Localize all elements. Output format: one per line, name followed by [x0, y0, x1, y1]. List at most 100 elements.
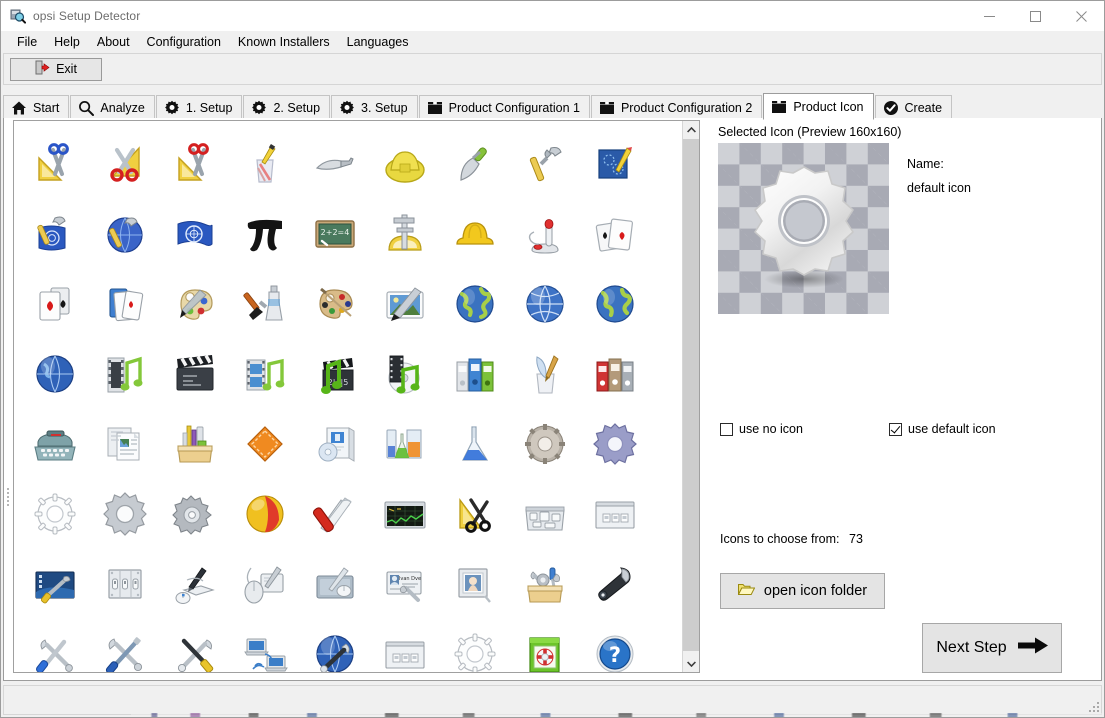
open-icon-folder-button[interactable]: open icon folder — [720, 573, 885, 609]
icon-cell[interactable] — [300, 619, 370, 672]
icon-cell[interactable] — [300, 479, 370, 549]
icon-cell[interactable] — [300, 549, 370, 619]
icon-cell[interactable]: Ivan Dve — [370, 549, 440, 619]
icon-cell[interactable] — [370, 479, 440, 549]
icon-cell[interactable] — [510, 129, 580, 199]
icon-cell[interactable] — [580, 479, 650, 549]
icon-cell[interactable] — [580, 339, 650, 409]
tab-start[interactable]: Start — [3, 95, 70, 119]
icon-cell[interactable] — [300, 409, 370, 479]
icon-cell[interactable]: ? — [580, 619, 650, 672]
tab-setup-2[interactable]: 2. Setup — [243, 95, 331, 119]
icon-cell[interactable] — [230, 619, 300, 672]
icon-cell[interactable] — [370, 339, 440, 409]
icon-cell[interactable] — [230, 199, 300, 269]
icon-cell[interactable] — [160, 199, 230, 269]
tab-setup-1[interactable]: 1. Setup — [155, 95, 243, 119]
next-step-button[interactable]: Next Step — [922, 623, 1062, 673]
icon-cell[interactable] — [230, 549, 300, 619]
icon-cell[interactable] — [90, 199, 160, 269]
icon-cell[interactable] — [440, 549, 510, 619]
chevron-down-icon[interactable] — [683, 655, 699, 672]
icon-cell[interactable] — [440, 479, 510, 549]
tab-product-configuration-1[interactable]: Product Configuration 1 — [418, 95, 590, 119]
use-default-icon-checkbox[interactable]: use default icon — [889, 422, 996, 436]
icon-cell[interactable] — [370, 409, 440, 479]
icon-cell[interactable] — [160, 479, 230, 549]
icon-cell[interactable] — [20, 269, 90, 339]
tab-analyze[interactable]: Analyze — [70, 95, 155, 119]
icon-cell[interactable] — [440, 269, 510, 339]
icon-cell[interactable] — [580, 409, 650, 479]
menu-item-about[interactable]: About — [89, 32, 139, 52]
icon-cell[interactable] — [300, 129, 370, 199]
icon-grid-scrollbar[interactable] — [682, 121, 699, 672]
tab-product-icon[interactable]: Product Icon — [763, 93, 874, 120]
menu-item-help[interactable]: Help — [46, 32, 89, 52]
icon-cell[interactable] — [440, 199, 510, 269]
checkbox-box[interactable] — [889, 422, 902, 436]
icon-cell[interactable] — [20, 619, 90, 672]
icon-cell[interactable] — [510, 199, 580, 269]
icon-cell[interactable] — [160, 549, 230, 619]
icon-cell[interactable] — [440, 339, 510, 409]
icon-cell[interactable] — [370, 269, 440, 339]
minimize-icon[interactable] — [966, 1, 1012, 31]
icon-cell[interactable] — [230, 129, 300, 199]
icon-cell[interactable] — [510, 269, 580, 339]
tab-product-configuration-2[interactable]: Product Configuration 2 — [590, 95, 763, 119]
icon-cell[interactable] — [20, 199, 90, 269]
icon-cell[interactable] — [20, 129, 90, 199]
use-no-icon-checkbox[interactable]: use no icon — [720, 422, 803, 436]
icon-cell[interactable] — [510, 549, 580, 619]
tab-setup-3[interactable]: 3. Setup — [331, 95, 418, 119]
icon-cell[interactable] — [20, 409, 90, 479]
icon-cell[interactable] — [160, 339, 230, 409]
icon-cell[interactable] — [370, 199, 440, 269]
menu-item-configuration[interactable]: Configuration — [139, 32, 230, 52]
icon-cell[interactable] — [580, 269, 650, 339]
icon-cell[interactable] — [370, 619, 440, 672]
menu-item-languages[interactable]: Languages — [339, 32, 418, 52]
chevron-up-icon[interactable] — [683, 121, 699, 138]
icon-grid[interactable]: 2+2=4 2|4|5 — [14, 121, 682, 672]
icon-cell[interactable] — [230, 269, 300, 339]
icon-cell[interactable] — [90, 619, 160, 672]
icon-cell[interactable] — [440, 129, 510, 199]
icon-cell[interactable]: 2|4|5 — [300, 339, 370, 409]
icon-cell[interactable] — [510, 619, 580, 672]
exit-button[interactable]: Exit — [10, 57, 102, 81]
icon-cell[interactable] — [90, 269, 160, 339]
icon-cell[interactable] — [580, 129, 650, 199]
icon-cell[interactable] — [160, 409, 230, 479]
icon-cell[interactable] — [440, 619, 510, 672]
icon-cell[interactable] — [90, 479, 160, 549]
icon-cell[interactable] — [230, 339, 300, 409]
icon-cell[interactable] — [580, 549, 650, 619]
icon-cell[interactable] — [300, 269, 370, 339]
icon-cell[interactable] — [160, 619, 230, 672]
menu-item-file[interactable]: File — [9, 32, 46, 52]
icon-cell[interactable] — [580, 199, 650, 269]
icon-cell[interactable]: 2+2=4 — [300, 199, 370, 269]
icon-cell[interactable] — [510, 339, 580, 409]
icon-cell[interactable] — [20, 479, 90, 549]
maximize-icon[interactable] — [1012, 1, 1058, 31]
icon-cell[interactable] — [90, 129, 160, 199]
icon-cell[interactable] — [230, 479, 300, 549]
icon-cell[interactable] — [90, 339, 160, 409]
icon-cell[interactable] — [90, 549, 160, 619]
resize-grip[interactable] — [1087, 700, 1099, 712]
icon-cell[interactable] — [90, 409, 160, 479]
icon-cell[interactable] — [230, 409, 300, 479]
icon-cell[interactable] — [510, 479, 580, 549]
splitter-handle[interactable] — [6, 488, 11, 510]
menu-item-known-installers[interactable]: Known Installers — [230, 32, 339, 52]
close-icon[interactable] — [1058, 1, 1104, 31]
tab-create[interactable]: Create — [874, 95, 953, 119]
scrollbar-thumb[interactable] — [683, 139, 699, 651]
icon-cell[interactable] — [160, 269, 230, 339]
icon-cell[interactable] — [20, 339, 90, 409]
icon-cell[interactable] — [370, 129, 440, 199]
icon-cell[interactable] — [20, 549, 90, 619]
